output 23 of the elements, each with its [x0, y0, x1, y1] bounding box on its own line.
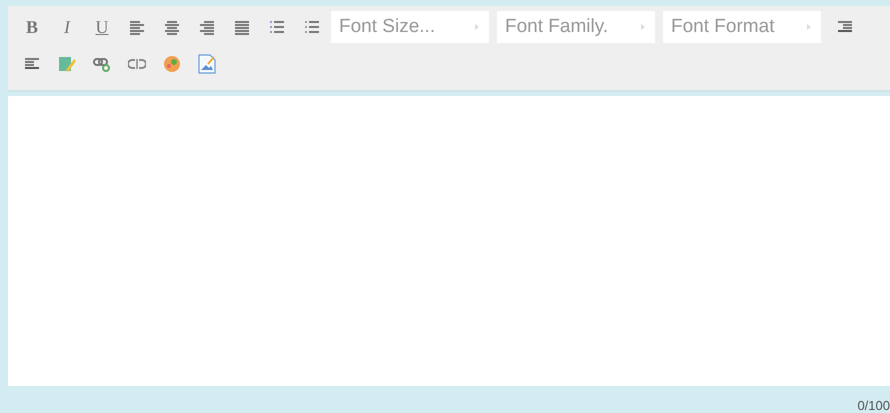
image-file-icon — [198, 54, 216, 74]
italic-button[interactable]: I — [51, 14, 83, 40]
indent-icon — [24, 56, 40, 72]
chain-link-icon — [93, 56, 111, 72]
align-icon — [129, 19, 145, 35]
underline-button[interactable]: U — [86, 14, 118, 40]
list-icon — [269, 19, 285, 35]
palette-icon — [163, 55, 181, 73]
bold-button[interactable]: B — [16, 14, 48, 40]
align-icon — [199, 19, 215, 35]
dropdown-arrow-icon — [473, 23, 481, 31]
pencil-page-icon — [58, 55, 76, 73]
align-icon — [234, 19, 250, 35]
dropdown-arrow-icon — [639, 23, 647, 31]
dropdown[interactable]: Font Family. — [497, 11, 655, 43]
dropdown[interactable]: Font Size... — [331, 11, 489, 43]
list-icon — [304, 19, 320, 35]
dropdown[interactable]: Font Format — [663, 11, 821, 43]
character-counter: 0/100 — [857, 398, 890, 413]
broken-link-icon — [128, 56, 146, 72]
align-icon — [164, 19, 180, 35]
indent-icon — [837, 19, 853, 35]
dropdown-arrow-icon — [805, 23, 813, 31]
